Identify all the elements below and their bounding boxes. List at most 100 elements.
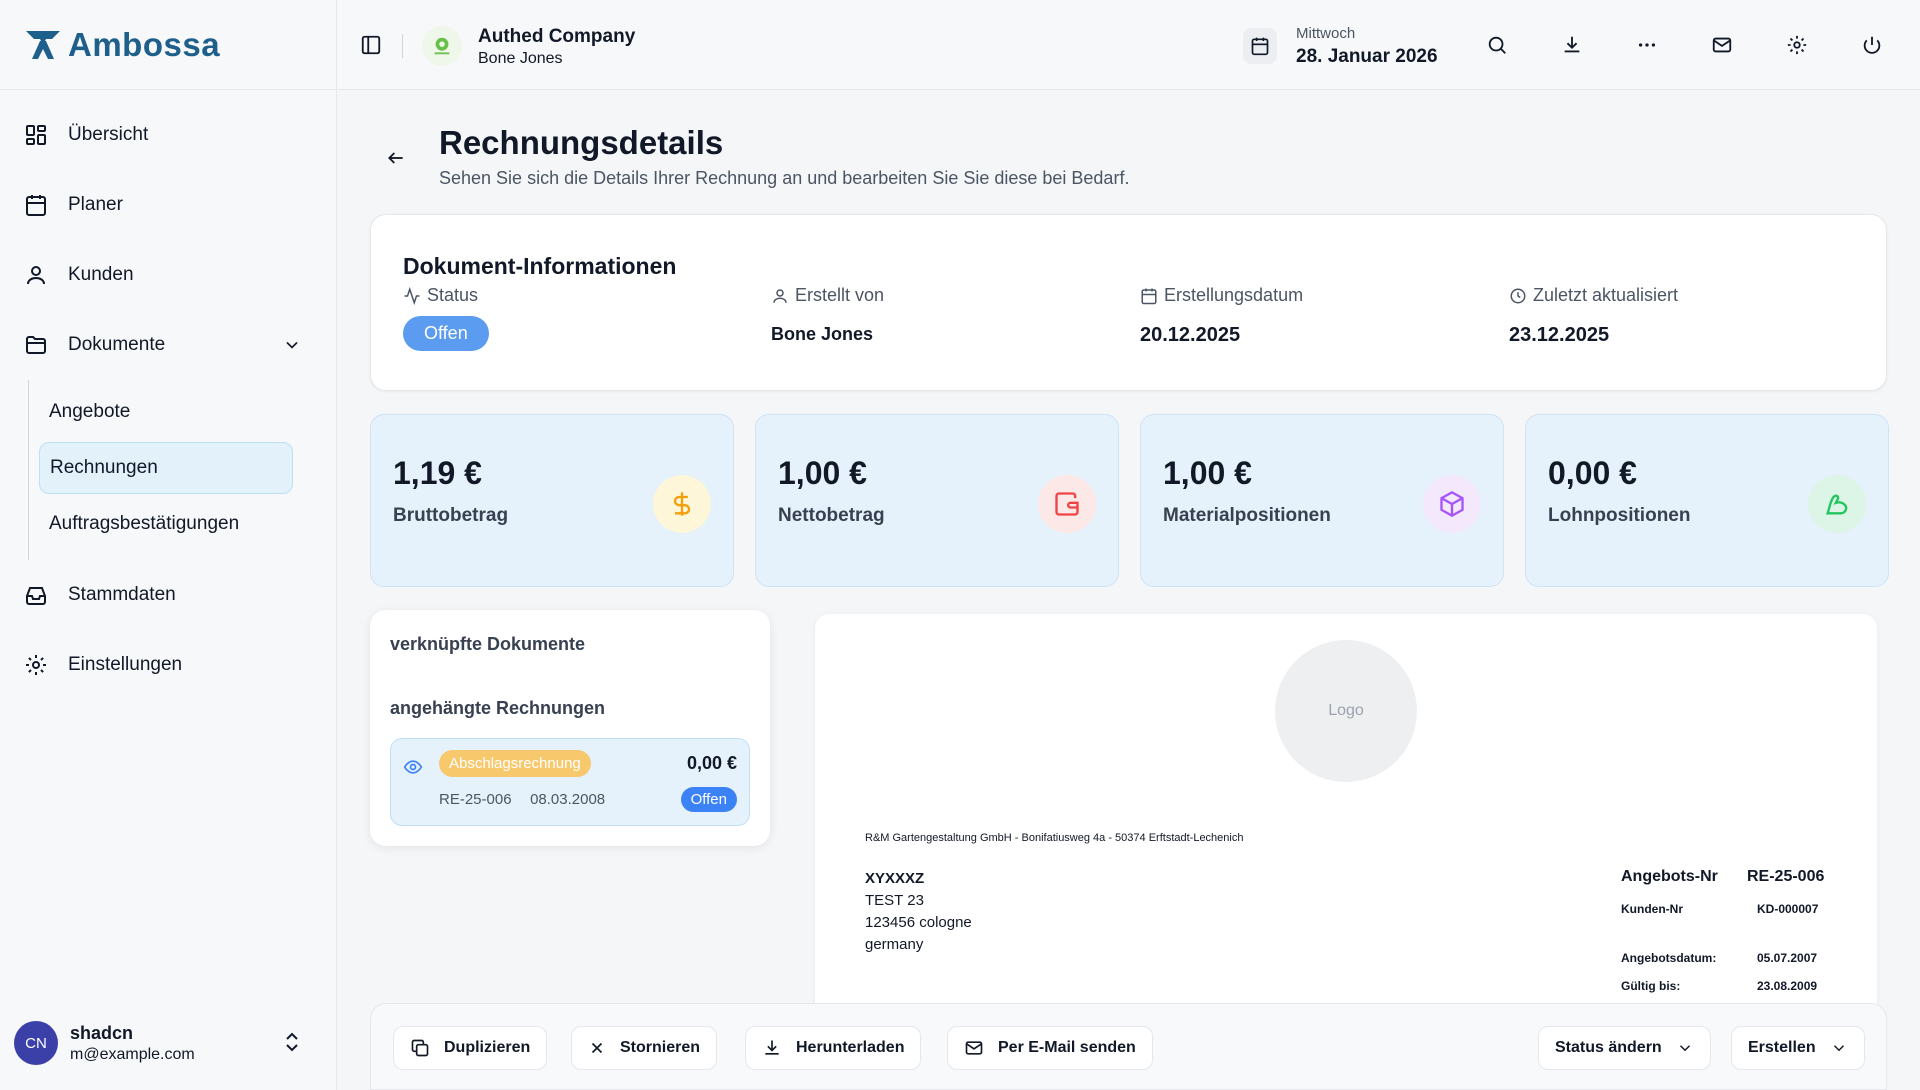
create-button[interactable]: Erstellen — [1731, 1026, 1865, 1070]
back-arrow-icon[interactable] — [386, 148, 406, 168]
sidebar: Ambossa Übersicht Planer Kunden Dokument… — [0, 0, 337, 1090]
stat-value: 1,00 € — [778, 455, 867, 491]
avatar: CN — [14, 1021, 58, 1065]
invoice-number: RE-25-006 — [439, 791, 512, 808]
stat-label: Nettobetrag — [778, 505, 885, 526]
more-horizontal-icon[interactable] — [1636, 34, 1658, 56]
created-by-value: Bone Jones — [771, 324, 874, 344]
date-calendar-icon[interactable] — [1243, 28, 1277, 64]
sidebar-item-label: Übersicht — [68, 124, 149, 145]
chevron-down-icon — [1830, 1039, 1848, 1057]
calendar-icon — [24, 193, 48, 217]
valid-until-value: 23.08.2009 — [1757, 979, 1818, 993]
company-logo-icon — [422, 26, 462, 66]
date-weekday: Mittwoch — [1296, 25, 1356, 42]
created-by-column: Erstellt von Bone Jones — [771, 285, 884, 345]
linked-documents-card: verknüpfte Dokumente angehängte Rechnung… — [370, 610, 770, 846]
sender-line: R&M Gartengestaltung GmbH - Bonifatiuswe… — [865, 832, 1244, 844]
sidebar-item-dokumente[interactable]: Dokumente — [0, 310, 336, 380]
company-user: Bone Jones — [478, 50, 563, 67]
offer-nr-value: RE-25-006 — [1747, 868, 1825, 885]
sidebar-subitem-auftragsbestaetigungen[interactable]: Auftragsbestätigungen — [39, 498, 293, 550]
gear-icon — [24, 653, 48, 677]
linked-documents-title: verknüpfte Dokumente — [390, 634, 586, 654]
created-by-label: Erstellt von — [795, 285, 885, 305]
updated-column: Zuletzt aktualisiert 23.12.2025 — [1509, 285, 1678, 347]
recipient-line: XYXXXZ — [865, 870, 925, 887]
sidebar-item-einstellungen[interactable]: Einstellungen — [0, 630, 336, 700]
sidebar-toggle-icon[interactable] — [360, 34, 382, 56]
inbox-icon — [24, 583, 48, 607]
recipient-line: TEST 23 — [865, 892, 924, 909]
muscle-icon — [1808, 475, 1866, 533]
search-icon[interactable] — [1486, 34, 1508, 56]
user-email: m@example.com — [70, 1045, 195, 1063]
stat-label: Materialpositionen — [1163, 505, 1331, 526]
download-label: Herunterladen — [796, 1039, 905, 1056]
sidebar-subitem-rechnungen[interactable]: Rechnungen — [39, 442, 293, 494]
change-status-label: Status ändern — [1555, 1039, 1662, 1056]
chevron-down-icon[interactable] — [282, 335, 302, 355]
invoice-type-badge: Abschlagsrechnung — [439, 750, 591, 777]
brand[interactable]: Ambossa — [0, 0, 336, 90]
wallet-icon — [1038, 475, 1096, 533]
sidebar-item-label: Kunden — [68, 264, 134, 285]
stat-value: 1,00 € — [1163, 455, 1252, 491]
created-date-label: Erstellungsdatum — [1164, 285, 1304, 305]
stat-label: Lohnpositionen — [1548, 505, 1691, 526]
offer-date-value: 05.07.2007 — [1757, 951, 1818, 965]
document-info-title: Dokument-Informationen — [403, 253, 677, 279]
duplicate-label: Duplizieren — [444, 1039, 531, 1056]
header-divider — [402, 34, 403, 58]
created-date-column: Erstellungsdatum 20.12.2025 — [1140, 285, 1303, 347]
cancel-button[interactable]: Stornieren — [571, 1026, 718, 1070]
chevron-down-icon — [1676, 1039, 1694, 1057]
sidebar-nav: Übersicht Planer Kunden Dokumente Angebo… — [0, 90, 336, 700]
download-button[interactable]: Herunterladen — [745, 1026, 922, 1070]
mail-icon[interactable] — [1711, 34, 1733, 56]
duplicate-button[interactable]: Duplizieren — [393, 1026, 548, 1070]
company-name[interactable]: Authed Company — [478, 26, 635, 48]
sidebar-item-planer[interactable]: Planer — [0, 170, 336, 240]
stat-card-material: 1,00 € Materialpositionen — [1140, 414, 1504, 587]
activity-icon — [403, 286, 421, 305]
page-subtitle: Sehen Sie sich die Details Ihrer Rechnun… — [439, 168, 1130, 188]
settings-gear-icon[interactable] — [1786, 34, 1808, 56]
send-email-button[interactable]: Per E-Mail senden — [947, 1026, 1153, 1070]
sidebar-subitem-angebote[interactable]: Angebote — [39, 386, 293, 438]
invoice-meta: RE-25-006 08.03.2008 — [439, 791, 605, 808]
folder-icon — [24, 333, 48, 357]
status-badge: Offen — [680, 787, 737, 812]
stat-card-lohn: 0,00 € Lohnpositionen — [1525, 414, 1889, 587]
top-header: Authed Company Bone Jones Mittwoch 28. J… — [338, 0, 1920, 90]
download-icon — [762, 1038, 782, 1058]
power-icon[interactable] — [1861, 34, 1883, 56]
user-name: shadcn — [70, 1022, 134, 1043]
status-badge: Offen — [403, 316, 489, 351]
date-full: 28. Januar 2026 — [1296, 46, 1438, 67]
updated-value: 23.12.2025 — [1509, 324, 1610, 346]
customer-nr-label: Kunden-Nr — [1621, 902, 1683, 916]
send-email-label: Per E-Mail senden — [998, 1039, 1136, 1056]
sidebar-item-label: Einstellungen — [68, 654, 183, 675]
documents-subnav: Angebote Rechnungen Auftragsbestätigunge… — [28, 380, 336, 560]
chevrons-up-down-icon[interactable] — [282, 1030, 302, 1054]
recipient-line: 123456 cologne — [865, 914, 972, 931]
close-icon — [588, 1039, 606, 1057]
download-icon[interactable] — [1561, 34, 1583, 56]
anvil-logo-icon — [24, 29, 62, 61]
sidebar-item-kunden[interactable]: Kunden — [0, 240, 336, 310]
change-status-button[interactable]: Status ändern — [1538, 1026, 1711, 1070]
sidebar-item-stammdaten[interactable]: Stammdaten — [0, 560, 336, 630]
customer-nr-value: KD-000007 — [1757, 902, 1819, 916]
status-label: Status — [427, 285, 479, 305]
invoice-amount: 0,00 € — [686, 753, 737, 773]
document-info-card: Dokument-Informationen Status Offen Erst… — [370, 214, 1887, 391]
list-item[interactable]: Abschlagsrechnung 0,00 € RE-25-006 08.03… — [390, 738, 750, 826]
grid-icon — [24, 123, 48, 147]
stat-card-netto: 1,00 € Nettobetrag — [755, 414, 1119, 587]
calendar-icon — [1140, 287, 1158, 305]
eye-icon[interactable] — [403, 757, 423, 777]
user-menu[interactable]: CN shadcn m@example.com — [14, 1018, 314, 1068]
sidebar-item-uebersicht[interactable]: Übersicht — [0, 100, 336, 170]
